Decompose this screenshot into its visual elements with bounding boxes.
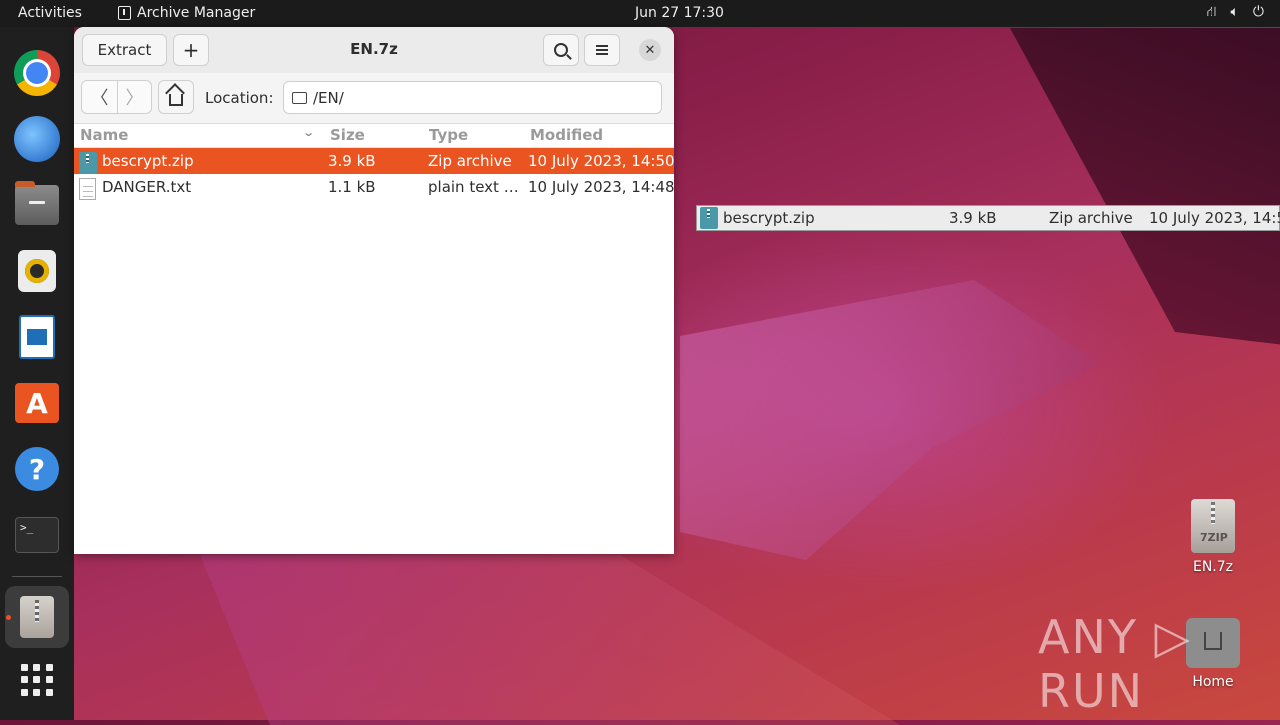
writer-icon[interactable] xyxy=(13,313,61,361)
home-icon xyxy=(169,93,183,106)
nav-buttons: 〈 〉 xyxy=(81,80,152,114)
column-type[interactable]: Type xyxy=(429,126,468,144)
archive-manager-window: Extract + EN.7z ✕ 〈 〉 Location: /EN/ Nam… xyxy=(74,27,674,554)
file-name: bescrypt.zip xyxy=(102,152,194,170)
column-name[interactable]: Name xyxy=(80,126,128,144)
drag-file-size: 3.9 kB xyxy=(949,209,997,227)
close-button[interactable]: ✕ xyxy=(639,39,661,61)
desktop-icon-label: EN.7z xyxy=(1192,559,1234,575)
file-row[interactable]: DANGER.txt 1.1 kB plain text … 10 July 2… xyxy=(74,174,674,200)
menu-button[interactable] xyxy=(584,34,620,66)
location-label: Location: xyxy=(205,89,274,107)
app-menu-label: Archive Manager xyxy=(137,5,256,21)
wallpaper-shape xyxy=(1010,28,1280,348)
activities-button[interactable]: Activities xyxy=(18,5,82,21)
rhythmbox-icon[interactable] xyxy=(13,247,61,295)
drag-file-type: Zip archive xyxy=(1049,209,1133,227)
search-icon xyxy=(554,43,568,57)
help-icon[interactable]: ? xyxy=(13,445,61,493)
top-bar: Activities Archive Manager Jun 27 17:30 … xyxy=(0,0,1280,27)
watermark-logo: ANY ▷ RUN xyxy=(1038,610,1192,718)
archive-manager-icon[interactable] xyxy=(13,593,61,641)
search-button[interactable] xyxy=(543,34,579,66)
file-type: Zip archive xyxy=(428,152,512,170)
location-value: /EN/ xyxy=(313,88,344,107)
app-menu[interactable]: Archive Manager xyxy=(118,5,255,21)
header-bar: Extract + EN.7z ✕ xyxy=(74,27,674,74)
wallpaper-shape xyxy=(200,555,900,725)
files-icon[interactable] xyxy=(13,181,61,229)
column-headers: Name ⌄ Size Type Modified xyxy=(74,123,674,148)
clock[interactable]: Jun 27 17:30 xyxy=(635,5,724,21)
text-file-icon xyxy=(79,178,96,200)
system-tray[interactable]: ⛙ 🔈︎ ⏻ xyxy=(1207,4,1264,22)
forward-button[interactable]: 〉 xyxy=(117,81,152,113)
location-field[interactable]: /EN/ xyxy=(283,81,662,114)
dock: A ? >_ xyxy=(0,27,74,720)
desktop-icon-en7z[interactable]: EN.7z xyxy=(1173,499,1253,575)
network-icon[interactable]: ⛙ xyxy=(1207,4,1217,22)
file-size: 1.1 kB xyxy=(328,178,376,196)
archive-app-icon xyxy=(118,6,131,20)
zip-file-icon xyxy=(700,207,718,229)
dock-separator xyxy=(12,576,62,577)
wallpaper-shape xyxy=(680,280,1100,560)
hamburger-icon xyxy=(596,45,608,55)
thunderbird-icon[interactable] xyxy=(13,115,61,163)
file-type: plain text … xyxy=(428,178,519,196)
drag-file-modified: 10 July 2023, 14:5 xyxy=(1149,209,1280,227)
location-bar: 〈 〉 Location: /EN/ xyxy=(74,73,674,124)
home-button[interactable] xyxy=(158,80,194,114)
back-button[interactable]: 〈 xyxy=(82,81,118,113)
sort-chevron-down-icon: ⌄ xyxy=(302,126,316,139)
column-modified[interactable]: Modified xyxy=(530,126,603,144)
running-indicator xyxy=(6,615,11,620)
file-modified: 10 July 2023, 14:48 xyxy=(528,178,674,196)
file-modified: 10 July 2023, 14:50 xyxy=(528,152,674,170)
terminal-icon[interactable]: >_ xyxy=(13,511,61,559)
7zip-archive-icon xyxy=(1191,499,1235,553)
file-row[interactable]: bescrypt.zip 3.9 kB Zip archive 10 July … xyxy=(74,148,674,174)
zip-file-icon xyxy=(79,152,97,174)
app-center-icon[interactable]: A xyxy=(13,379,61,427)
chrome-icon[interactable] xyxy=(13,49,61,97)
file-name: DANGER.txt xyxy=(102,178,192,196)
drag-preview-row[interactable]: bescrypt.zip 3.9 kB Zip archive 10 July … xyxy=(696,205,1280,231)
folder-icon xyxy=(292,91,307,104)
volume-icon[interactable]: 🔈︎ xyxy=(1231,4,1239,22)
drag-file-name: bescrypt.zip xyxy=(723,209,815,227)
show-apps-icon[interactable] xyxy=(21,664,53,696)
file-size: 3.9 kB xyxy=(328,152,376,170)
column-size[interactable]: Size xyxy=(330,126,365,144)
power-icon[interactable]: ⏻ xyxy=(1253,4,1264,22)
